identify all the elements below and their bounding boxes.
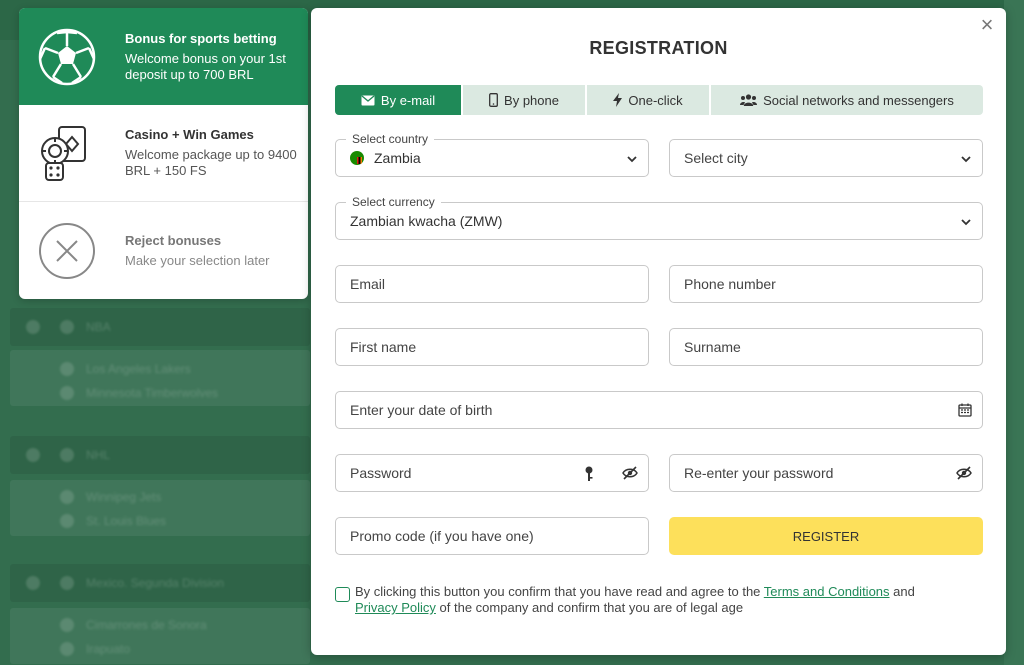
terms-agreement: By clicking this button you confirm that… (335, 584, 975, 616)
password-placeholder: Password (350, 465, 412, 481)
eye-slash-icon[interactable] (622, 466, 638, 483)
eye-slash-icon[interactable] (956, 466, 972, 483)
registration-tabs: By e-mail By phone One-click Social netw… (335, 85, 983, 115)
tab-one-click[interactable]: One-click (587, 85, 711, 115)
privacy-policy-link[interactable]: Privacy Policy (355, 600, 436, 615)
phone-placeholder: Phone number (684, 276, 776, 292)
bonus-description: Make your selection later (125, 252, 270, 268)
country-select[interactable]: Select country Zambia (335, 132, 649, 177)
terms-text-part: of the company and confirm that you are … (435, 600, 744, 615)
confirm-password-placeholder: Re-enter your password (684, 465, 834, 481)
first-name-placeholder: First name (350, 339, 417, 355)
surname-placeholder: Surname (684, 339, 741, 355)
close-icon[interactable]: × (976, 14, 998, 36)
email-placeholder: Email (350, 276, 386, 292)
bonus-description: Welcome package up to 9400 BRL + 150 FS (125, 147, 297, 178)
zambia-flag-icon (350, 151, 364, 165)
currency-select[interactable]: Select currency Zambian kwacha (ZMW) (335, 195, 983, 240)
tab-by-email[interactable]: By e-mail (335, 85, 463, 115)
first-name-field[interactable]: First name (335, 328, 649, 366)
chevron-down-icon (960, 215, 972, 231)
lightning-icon (613, 93, 623, 107)
tab-label: By e-mail (380, 92, 436, 108)
surname-field[interactable]: Surname (669, 328, 983, 366)
envelope-icon (361, 95, 375, 106)
key-icon[interactable] (584, 466, 594, 485)
tab-label: Social networks and messengers (763, 92, 954, 108)
bonus-title: Casino + Win Games (125, 127, 254, 142)
bonus-title: Reject bonuses (125, 232, 222, 248)
bonus-option-reject[interactable]: Reject bonuses Make your selection later (19, 202, 308, 299)
currency-value: Zambian kwacha (ZMW) (350, 213, 503, 229)
tab-by-phone[interactable]: By phone (463, 85, 587, 115)
city-select[interactable]: Select city (669, 139, 983, 177)
bonus-panel: Bonus for sports betting Welcome bonus o… (19, 8, 308, 299)
bonus-option-sports[interactable]: Bonus for sports betting Welcome bonus o… (19, 8, 308, 105)
country-value: Zambia (374, 150, 421, 166)
promo-code-field[interactable]: Promo code (if you have one) (335, 517, 649, 555)
date-of-birth-field[interactable]: Enter your date of birth (335, 391, 983, 429)
tab-social-networks[interactable]: Social networks and messengers (711, 85, 983, 115)
currency-select-label: Select currency (346, 195, 441, 209)
registration-modal: × REGISTRATION By e-mail By phone One-cl… (311, 8, 1006, 655)
tab-label: By phone (504, 92, 559, 108)
chevron-down-icon (626, 152, 638, 168)
tab-label: One-click (628, 92, 683, 108)
dob-placeholder: Enter your date of birth (350, 402, 493, 418)
city-placeholder: Select city (684, 150, 748, 166)
users-icon (740, 94, 758, 106)
reject-x-icon (37, 221, 97, 281)
terms-checkbox[interactable] (335, 587, 350, 602)
modal-title: REGISTRATION (589, 38, 728, 58)
bonus-option-casino[interactable]: Casino + Win Games Welcome package up to… (19, 105, 308, 202)
chevron-down-icon (960, 152, 972, 168)
phone-number-field[interactable]: Phone number (669, 265, 983, 303)
soccer-ball-icon (37, 27, 97, 87)
calendar-icon[interactable] (958, 403, 972, 420)
email-field[interactable]: Email (335, 265, 649, 303)
terms-text: By clicking this button you confirm that… (355, 584, 975, 616)
password-field[interactable]: Password (335, 454, 649, 492)
bonus-title: Bonus for sports betting (125, 30, 277, 46)
confirm-password-field[interactable]: Re-enter your password (669, 454, 983, 492)
terms-and-conditions-link[interactable]: Terms and Conditions (764, 584, 890, 599)
casino-chips-dice-icon (37, 123, 97, 183)
phone-icon (489, 93, 498, 107)
terms-text-part: and (889, 584, 915, 599)
register-button[interactable]: REGISTER (669, 517, 983, 555)
terms-text-part: By clicking this button you confirm that… (355, 584, 764, 599)
country-select-label: Select country (346, 132, 435, 146)
promo-placeholder: Promo code (if you have one) (350, 528, 534, 544)
bonus-description: Welcome bonus on your 1st deposit up to … (125, 50, 286, 82)
